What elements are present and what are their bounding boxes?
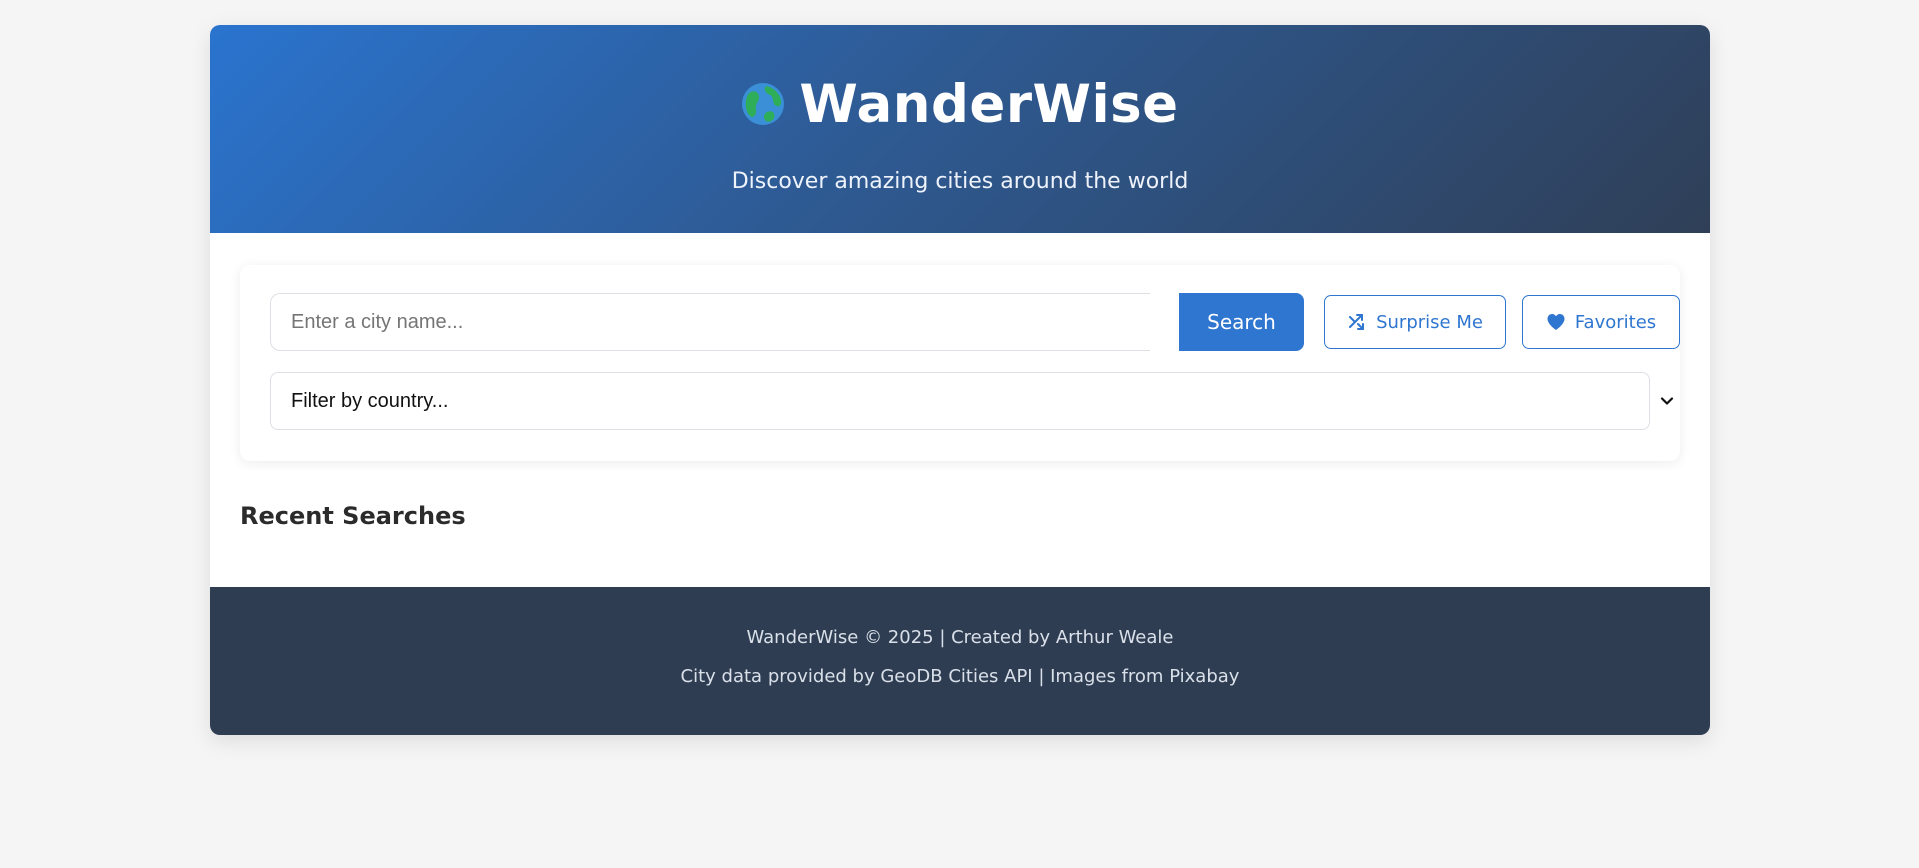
favorites-button[interactable]: Favorites: [1522, 295, 1680, 349]
country-filter-select[interactable]: Filter by country...: [270, 372, 1650, 430]
globe-icon: [742, 83, 785, 125]
footer-credits: City data provided by GeoDB Cities API |…: [680, 666, 1240, 687]
app-title: WanderWise: [799, 73, 1179, 135]
page-footer: WanderWise © 2025 | Created by Arthur We…: [210, 587, 1710, 735]
app-subtitle: Discover amazing cities around the world: [731, 169, 1189, 194]
heart-icon: [1547, 314, 1565, 330]
favorites-label: Favorites: [1574, 311, 1657, 333]
shuffle-icon: [1349, 314, 1365, 330]
search-panel: Search Surprise Me Favorites Filter by c…: [240, 265, 1680, 461]
chevron-down-icon: [1660, 397, 1674, 405]
app-container: WanderWise Discover amazing cities aroun…: [210, 25, 1710, 735]
search-button[interactable]: Search: [1179, 293, 1304, 351]
page-header: WanderWise Discover amazing cities aroun…: [210, 25, 1710, 233]
footer-copyright: WanderWise © 2025 | Created by Arthur We…: [746, 627, 1174, 648]
recent-searches-heading: Recent Searches: [240, 502, 466, 530]
city-search-input[interactable]: [270, 293, 1150, 351]
title-row: WanderWise: [210, 73, 1710, 135]
surprise-me-button[interactable]: Surprise Me: [1324, 295, 1506, 349]
surprise-me-label: Surprise Me: [1376, 311, 1483, 333]
